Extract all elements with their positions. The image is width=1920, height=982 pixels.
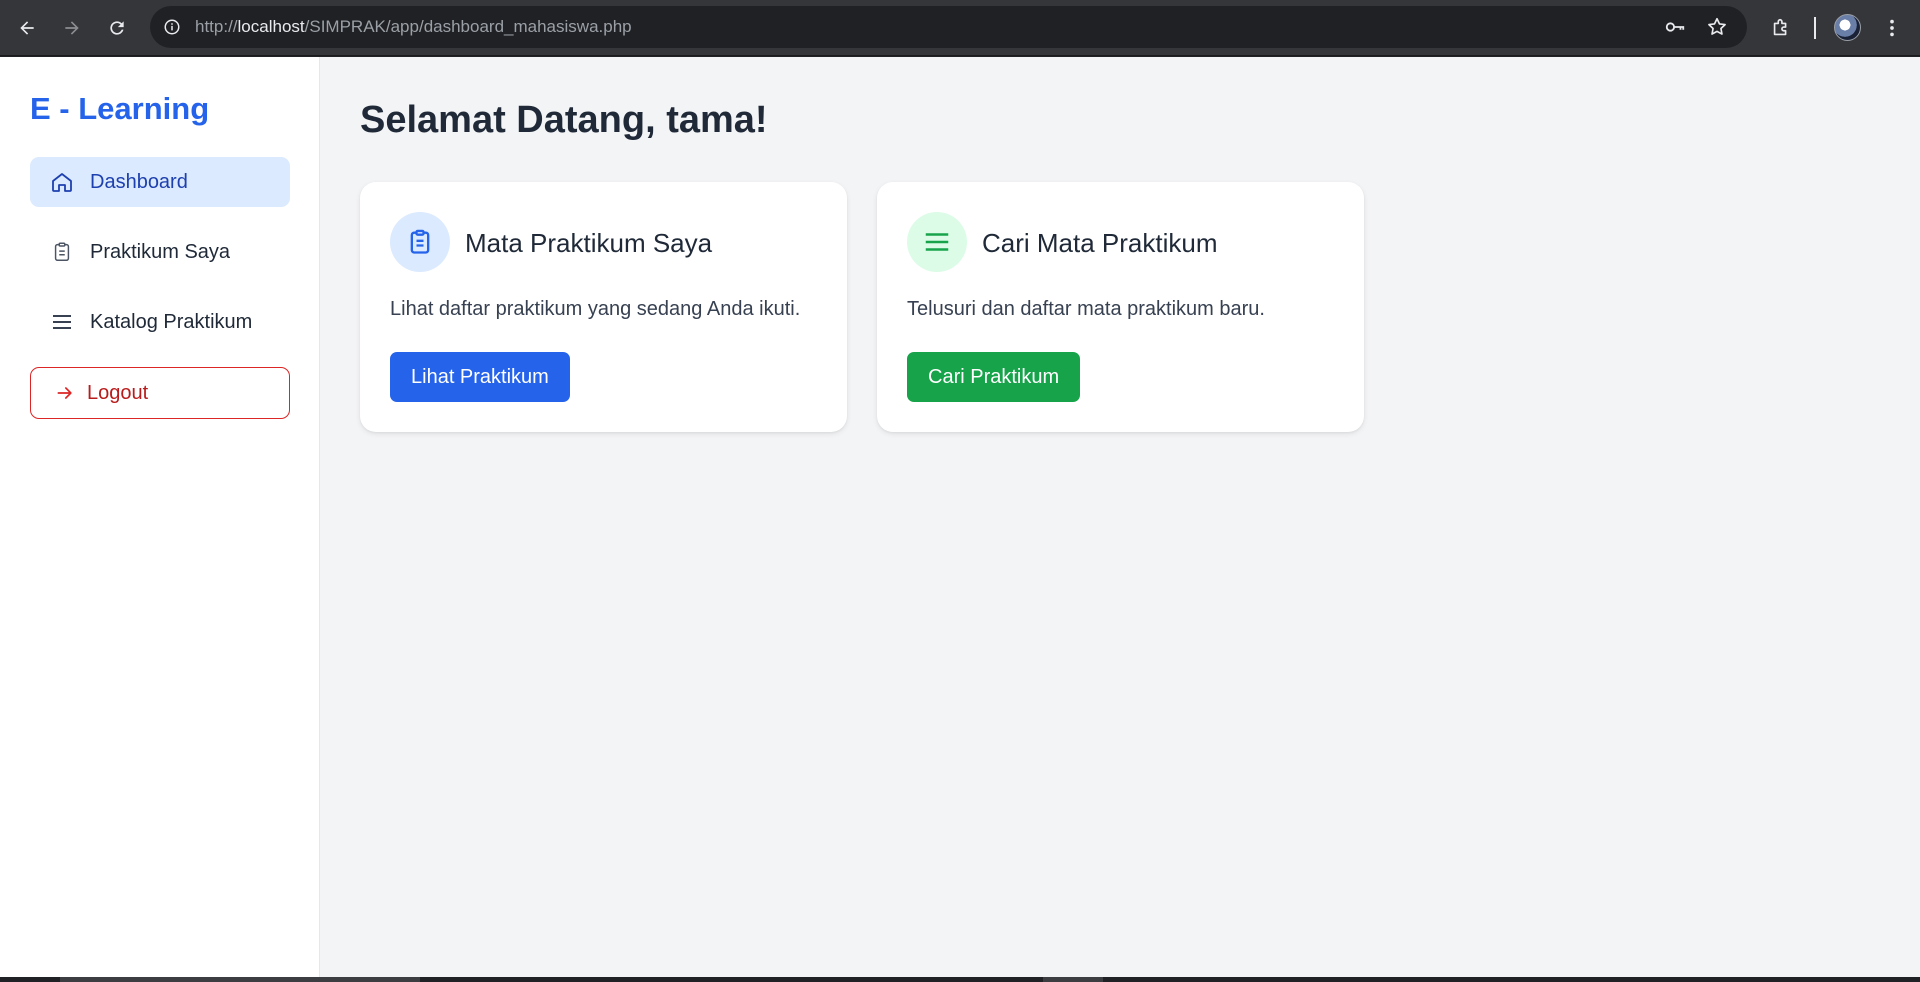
back-icon <box>20 21 34 35</box>
browser-toolbar: http://localhost/SIMPRAK/app/dashboard_m… <box>0 0 1920 56</box>
card-icon-circle <box>907 212 967 272</box>
bottom-bar-segment <box>1043 977 1103 982</box>
extensions-button[interactable] <box>1763 10 1799 46</box>
list-icon <box>50 310 74 334</box>
card-icon-circle <box>390 212 450 272</box>
card-title: Cari Mata Praktikum <box>982 228 1218 258</box>
url-prefix: http:// <box>195 17 238 36</box>
sidebar: E - Learning Dashboard Praktikum Saya Ka… <box>0 57 320 977</box>
list-icon <box>925 233 949 251</box>
lihat-praktikum-button[interactable]: Lihat Praktikum <box>390 352 570 402</box>
page-title: Selamat Datang, tama! <box>360 99 768 141</box>
sidebar-item-dashboard[interactable]: Dashboard <box>30 157 290 207</box>
card-mata-praktikum-saya: Mata Praktikum Saya Lihat daftar praktik… <box>360 182 847 432</box>
reload-icon <box>110 21 124 35</box>
clipboard-icon <box>410 229 430 254</box>
profile-avatar[interactable] <box>1834 14 1861 41</box>
password-key-button[interactable] <box>1662 14 1688 40</box>
extensions-icon <box>1773 18 1787 36</box>
card-title: Mata Praktikum Saya <box>465 228 713 258</box>
sidebar-item-praktikum-saya[interactable]: Praktikum Saya <box>30 227 290 277</box>
logout-label: Logout <box>87 381 149 404</box>
cari-praktikum-button[interactable]: Cari Praktikum <box>907 352 1081 402</box>
bottom-bar-segment <box>60 977 420 982</box>
address-bar[interactable]: http://localhost/SIMPRAK/app/dashboard_m… <box>150 6 1747 48</box>
star-icon <box>1708 17 1726 35</box>
url-text: http://localhost/SIMPRAK/app/dashboard_m… <box>195 17 632 37</box>
brand-logo: E - Learning <box>30 91 210 126</box>
toolbar-divider <box>1814 17 1816 39</box>
more-icon <box>1890 19 1894 37</box>
forward-button[interactable] <box>54 10 90 46</box>
logout-button[interactable]: Logout <box>30 367 290 419</box>
card-description: Lihat daftar praktikum yang sedang Anda … <box>390 298 801 320</box>
main-content: Selamat Datang, tama! Mata Praktikum Say… <box>320 57 1920 977</box>
sidebar-item-katalog-praktikum[interactable]: Katalog Praktikum <box>30 297 290 347</box>
clipboard-icon <box>50 240 74 264</box>
back-button[interactable] <box>9 10 45 46</box>
reload-button[interactable] <box>99 10 135 46</box>
card-description: Telusuri dan daftar mata praktikum baru. <box>907 298 1265 320</box>
card-cari-mata-praktikum: Cari Mata Praktikum Telusuri dan daftar … <box>877 182 1364 432</box>
sidebar-item-label: Katalog Praktikum <box>90 310 253 333</box>
bottom-bar <box>0 977 1920 982</box>
key-icon <box>1665 22 1685 32</box>
arrow-right-icon <box>53 381 77 405</box>
more-menu-button[interactable] <box>1874 10 1910 46</box>
forward-icon <box>65 21 79 35</box>
sidebar-item-label: Dashboard <box>90 170 188 193</box>
url-path: /SIMPRAK/app/dashboard_mahasiswa.php <box>304 17 632 36</box>
page: E - Learning Dashboard Praktikum Saya Ka… <box>0 57 1920 977</box>
url-host: localhost <box>237 17 305 36</box>
home-icon <box>50 170 74 194</box>
info-icon <box>164 19 180 35</box>
site-info-button[interactable] <box>158 13 186 41</box>
sidebar-item-label: Praktikum Saya <box>90 240 231 263</box>
bookmark-button[interactable] <box>1704 14 1730 40</box>
